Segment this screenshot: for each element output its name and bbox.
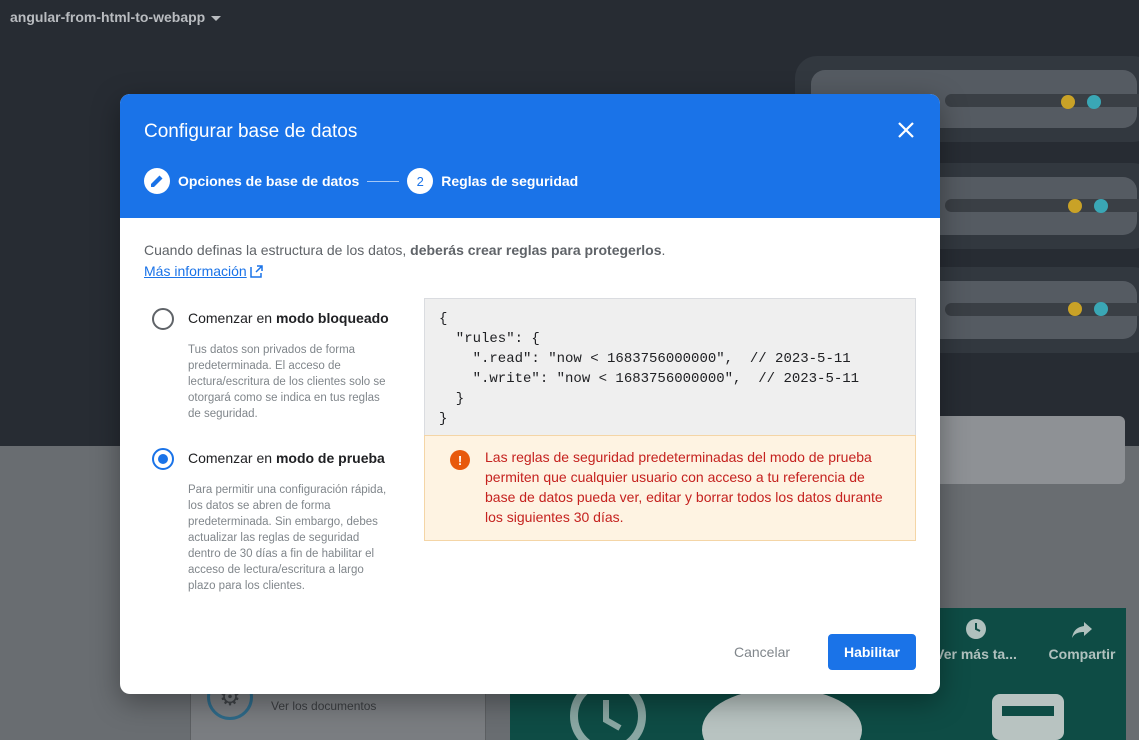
more-info-link[interactable]: Más información <box>144 263 263 279</box>
dialog-header: Configurar base de datos Opciones de bas… <box>120 94 940 218</box>
warning-banner: ! Las reglas de seguridad predeterminada… <box>424 435 916 541</box>
stepper: Opciones de base de datos 2 Reglas de se… <box>144 168 578 194</box>
step-divider <box>367 180 400 182</box>
locked-mode-title: Comenzar en modo bloqueado <box>188 310 389 326</box>
enable-button[interactable]: Habilitar <box>828 634 916 670</box>
share-icon <box>1072 622 1092 638</box>
step-2-indicator: 2 <box>407 168 434 194</box>
close-icon <box>898 122 914 138</box>
see-more-button[interactable]: Ver más ta... <box>932 618 1020 662</box>
step-1-indicator <box>144 168 170 194</box>
more-info-label: Más información <box>144 263 247 279</box>
close-button[interactable] <box>894 118 918 142</box>
security-rules-code: { "rules": { ".read": "now < 16837560000… <box>424 298 916 436</box>
cancel-button[interactable]: Cancelar <box>720 634 804 670</box>
step-2-label: Reglas de seguridad <box>441 173 579 189</box>
share-button[interactable]: Compartir <box>1038 618 1126 662</box>
external-link-icon <box>249 264 263 278</box>
share-label: Compartir <box>1048 646 1116 662</box>
warning-text: Las reglas de seguridad predeterminadas … <box>485 449 883 525</box>
locked-mode-radio[interactable] <box>152 308 174 330</box>
see-more-label: Ver más ta... <box>935 646 1017 662</box>
feature-actions: Ver más ta... Compartir <box>932 618 1126 662</box>
test-mode-radio[interactable] <box>152 448 174 470</box>
pencil-icon <box>151 175 163 187</box>
info-card <box>925 416 1125 484</box>
step-1-label: Opciones de base de datos <box>178 173 360 189</box>
locked-mode-description: Tus datos son privados de forma predeter… <box>188 344 386 420</box>
test-mode-title: Comenzar en modo de prueba <box>188 450 385 466</box>
docs-label: Ver los documentos <box>271 699 377 713</box>
intro-text: Cuando definas la estructura de los dato… <box>144 242 666 258</box>
dialog-title: Configurar base de datos <box>144 121 358 142</box>
clock-icon <box>966 619 986 639</box>
caret-down-icon <box>211 15 222 21</box>
warning-icon: ! <box>450 450 470 470</box>
test-mode-description: Para permitir una configuración rápida, … <box>188 484 387 592</box>
configure-database-dialog: Configurar base de datos Opciones de bas… <box>120 94 940 694</box>
project-selector[interactable]: angular-from-html-to-webapp <box>10 9 222 25</box>
project-name: angular-from-html-to-webapp <box>10 9 206 25</box>
